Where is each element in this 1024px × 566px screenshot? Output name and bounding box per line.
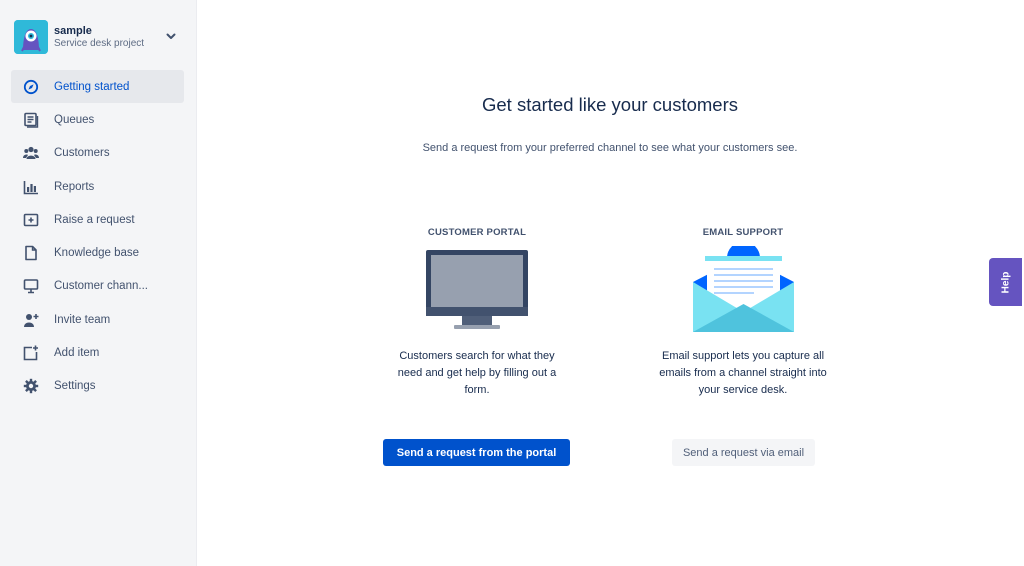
project-name: sample: [54, 25, 92, 37]
page-icon: [22, 244, 40, 262]
send-request-portal-button[interactable]: Send a request from the portal: [383, 439, 570, 466]
add-item-icon: [22, 344, 40, 362]
sidebar-item-label: Raise a request: [54, 213, 135, 226]
sidebar-item-getting-started[interactable]: Getting started: [11, 70, 184, 104]
sidebar-item-knowledge-base[interactable]: Knowledge base: [11, 236, 184, 269]
email-description: Email support lets you capture all email…: [659, 350, 827, 396]
project-type: Service desk project: [54, 38, 145, 49]
portal-description: Customers search for what they need and …: [397, 350, 557, 396]
sidebar-item-label: Settings: [54, 380, 96, 393]
queues-icon: [22, 111, 40, 129]
sidebar-item-label: Knowledge base: [54, 247, 140, 260]
page-title: Get started like your customers: [481, 94, 738, 115]
sidebar-item-reports[interactable]: Reports: [11, 170, 184, 203]
help-label: Help: [999, 271, 1011, 293]
email-title: EMAIL SUPPORT: [702, 227, 784, 238]
graph-bar-icon: [22, 178, 40, 196]
monitor-illustration: [426, 250, 528, 330]
sidebar-item-label: Reports: [54, 180, 95, 193]
gear-icon: [22, 377, 40, 395]
sidebar-item-label: Customers: [54, 147, 110, 160]
sidebar-item-customer-channels[interactable]: Customer chann...: [11, 270, 184, 303]
sidebar-item-label: Queues: [54, 113, 95, 126]
sidebar-item-add-item[interactable]: Add item: [11, 336, 184, 369]
sidebar-item-settings[interactable]: Settings: [11, 370, 184, 403]
portal-title: CUSTOMER PORTAL: [427, 227, 527, 238]
sidebar-item-label: Add item: [54, 347, 100, 360]
sidebar-item-label: Invite team: [54, 313, 111, 326]
invite-person-icon: [22, 311, 40, 329]
chevron-down-icon[interactable]: [164, 29, 178, 43]
sidebar-item-customers[interactable]: Customers: [11, 137, 184, 170]
page-subtitle: Send a request from your preferred chann…: [422, 142, 798, 154]
send-request-email-button[interactable]: Send a request via email: [672, 439, 815, 466]
sidebar-item-label: Customer chann...: [54, 280, 148, 293]
envelope-illustration: [693, 241, 794, 332]
people-icon: [22, 144, 40, 162]
sidebar-item-invite-team[interactable]: Invite team: [11, 303, 184, 336]
add-request-icon: [22, 211, 40, 229]
project-avatar: [14, 20, 48, 54]
sidebar: sample Service desk project Getting star…: [0, 0, 197, 566]
compass-icon: [22, 78, 40, 96]
monitor-icon: [22, 277, 40, 295]
sidebar-item-label: Getting started: [54, 80, 130, 93]
help-button[interactable]: Help: [989, 258, 1022, 306]
project-switcher[interactable]: sample Service desk project: [14, 20, 184, 54]
sidebar-nav: Getting started Queues Customers Reports…: [11, 70, 184, 403]
sidebar-item-queues[interactable]: Queues: [11, 103, 184, 136]
sidebar-item-raise-a-request[interactable]: Raise a request: [11, 203, 184, 236]
